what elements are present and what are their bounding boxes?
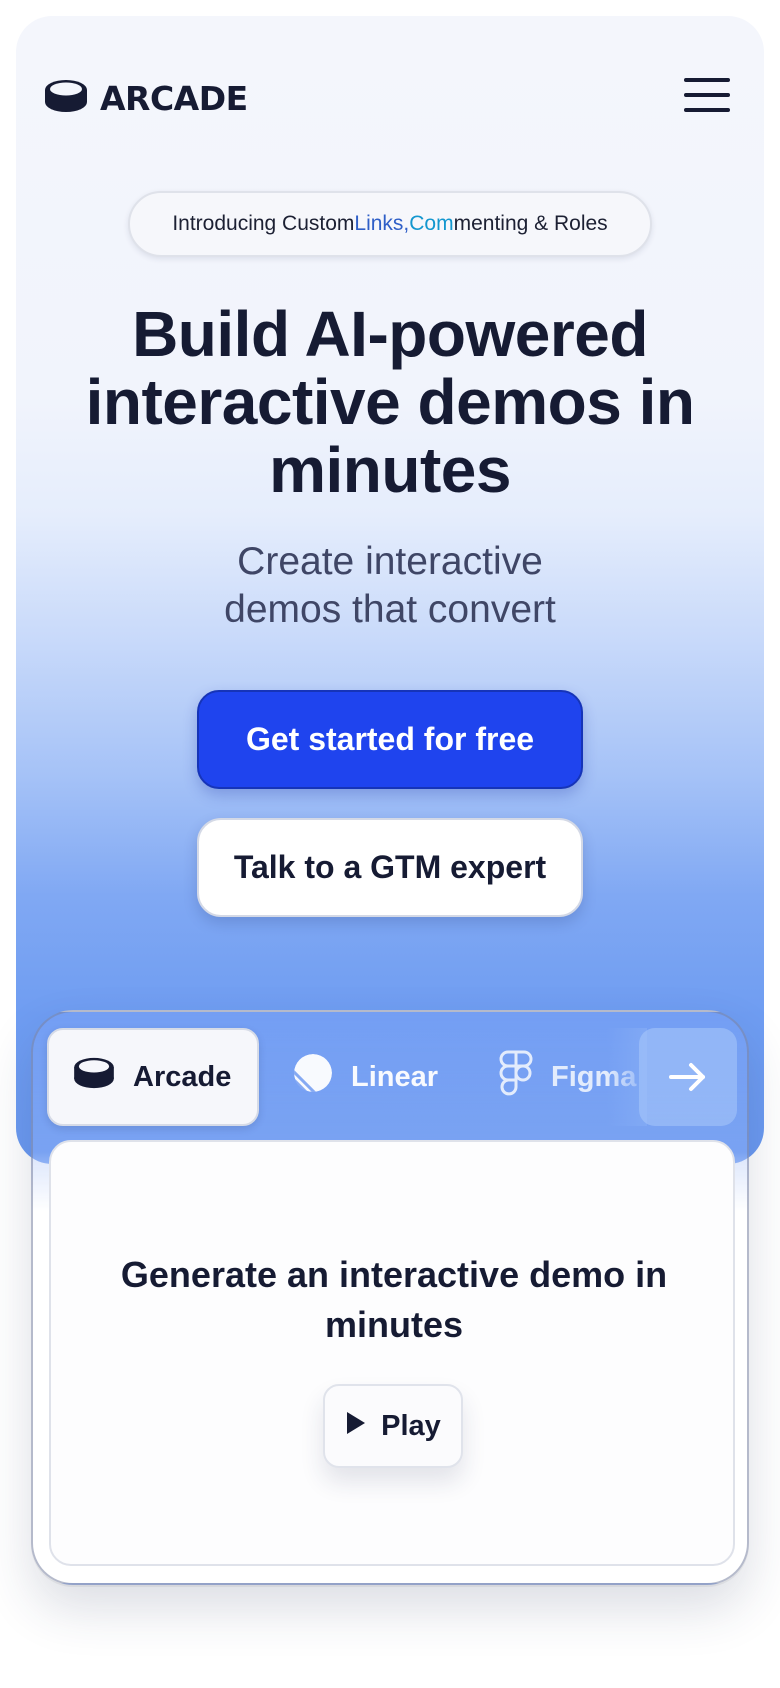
arcade-puck-icon [73, 1056, 115, 1098]
hamburger-icon[interactable] [684, 78, 730, 112]
announcement-text: Links, [354, 212, 410, 235]
tab-linear[interactable]: Linear [293, 1028, 438, 1126]
hero-headline: Build AI-powered interactive demos in mi… [85, 298, 695, 506]
demo-tabs: Arcade Linear Figma [47, 1028, 737, 1126]
menu-line [684, 78, 730, 82]
talk-to-expert-button[interactable]: Talk to a GTM expert [197, 818, 583, 917]
tab-label: Linear [351, 1060, 439, 1093]
announcement-text: menting & Roles [453, 212, 608, 235]
announcement-text: Introducing Custom [172, 212, 355, 235]
logo[interactable]: ARCADE [44, 78, 248, 119]
figma-logo-icon [499, 1050, 533, 1104]
tab-arcade[interactable]: Arcade [47, 1028, 259, 1126]
play-button[interactable]: Play [323, 1384, 463, 1468]
get-started-button[interactable]: Get started for free [197, 690, 583, 789]
announcement-pill[interactable]: Introducing Custom Links, Com menting & R… [128, 191, 652, 257]
arcade-puck-icon [44, 78, 88, 119]
menu-line [684, 93, 730, 97]
logo-text: ARCADE [100, 79, 248, 118]
demo-preview: Generate an interactive demo in minutes … [49, 1140, 735, 1566]
play-icon [345, 1410, 367, 1443]
page: ARCADE Introducing Custom Links, Com ment… [0, 0, 780, 1688]
play-label: Play [381, 1409, 441, 1442]
linear-logo-icon [293, 1053, 333, 1101]
demo-card: Arcade Linear Figma Generate an interact… [31, 1010, 749, 1585]
hero-subhead: Create interactive demos that convert [224, 540, 556, 631]
arrow-right-icon[interactable] [639, 1028, 737, 1126]
demo-title: Generate an interactive demo in minutes [120, 1254, 668, 1345]
tab-label: Arcade [133, 1060, 232, 1093]
menu-line [684, 108, 730, 112]
announcement-text: Com [409, 212, 454, 235]
